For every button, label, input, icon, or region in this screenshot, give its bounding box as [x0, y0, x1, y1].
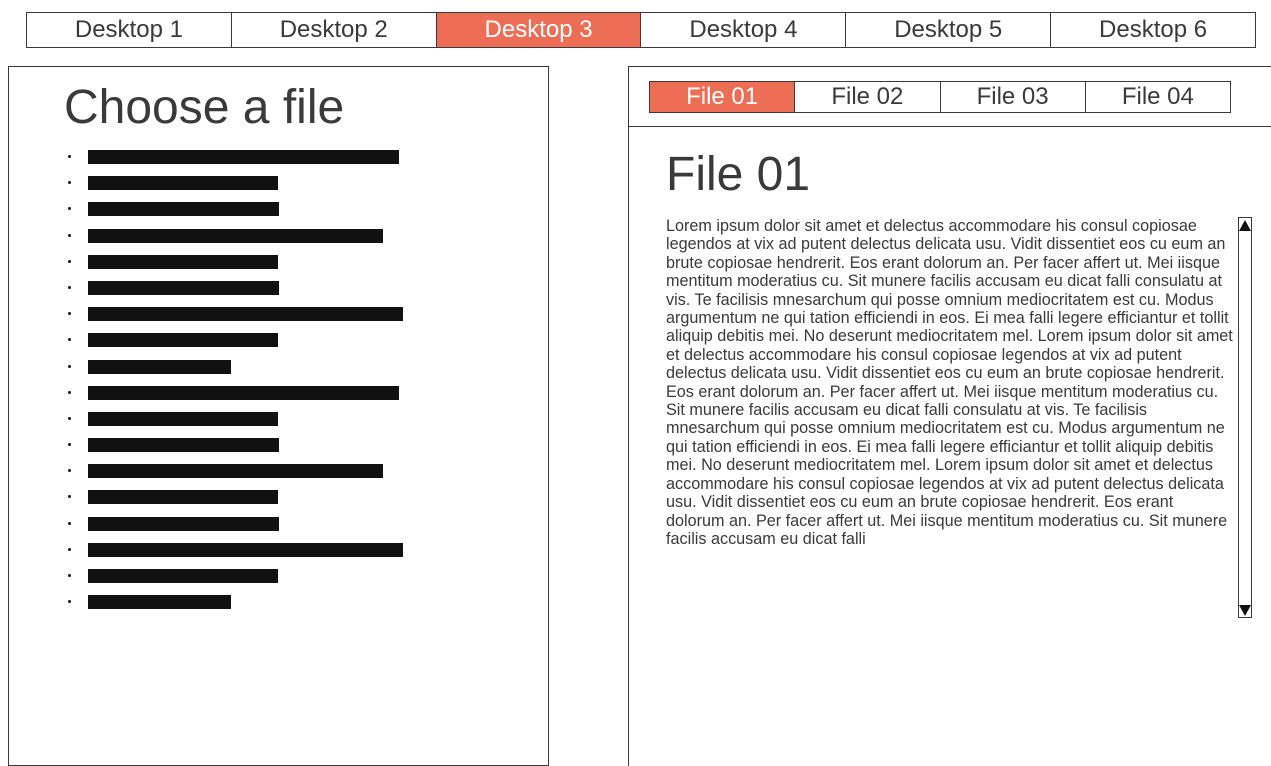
redacted-file-name — [88, 228, 383, 243]
tab-file-02[interactable]: File 02 — [795, 82, 941, 112]
scroll-down-button[interactable] — [1239, 603, 1251, 617]
tab-desktop-1[interactable]: Desktop 1 — [27, 13, 232, 47]
bullet-icon — [68, 390, 71, 394]
tab-desktop-3[interactable]: Desktop 3 — [436, 13, 642, 47]
bullet-icon — [68, 285, 71, 289]
redacted-file-name — [88, 595, 231, 610]
tab-bar-divider — [628, 126, 1271, 127]
redacted-file-name — [88, 307, 403, 322]
tab-desktop-6[interactable]: Desktop 6 — [1051, 13, 1255, 47]
scroll-up-button[interactable] — [1239, 218, 1251, 232]
tab-file-03[interactable]: File 03 — [941, 82, 1086, 112]
redacted-file-name — [88, 202, 279, 217]
tab-desktop-4[interactable]: Desktop 4 — [641, 13, 847, 47]
file-chooser-title: Choose a file — [64, 81, 345, 134]
tab-desktop-2[interactable]: Desktop 2 — [232, 13, 437, 47]
redacted-file-name — [88, 411, 278, 426]
bullet-icon — [68, 233, 71, 237]
bullet-icon — [68, 416, 71, 420]
redacted-file-name — [88, 333, 278, 348]
document-title: File 01 — [666, 148, 811, 201]
desktop-tab-bar: Desktop 1 Desktop 2 Desktop 3 Desktop 4 … — [26, 12, 1256, 48]
redacted-file-name — [88, 516, 279, 531]
tab-file-04[interactable]: File 04 — [1086, 82, 1230, 112]
bullet-icon — [68, 364, 71, 368]
bullet-icon — [68, 547, 71, 551]
redacted-file-name — [88, 569, 278, 583]
document-scrollbar[interactable] — [1238, 217, 1252, 618]
redacted-file-name — [88, 490, 278, 505]
triangle-down-icon — [1239, 604, 1251, 616]
bullet-icon — [68, 521, 71, 525]
redacted-file-name — [88, 542, 403, 557]
tab-file-01[interactable]: File 01 — [650, 82, 796, 112]
bullet-icon — [68, 155, 71, 158]
bullet-icon — [68, 574, 71, 577]
redacted-file-name — [88, 359, 231, 374]
redacted-file-name — [88, 150, 399, 164]
redacted-file-name — [88, 280, 279, 295]
redacted-file-name — [88, 385, 399, 400]
triangle-up-icon — [1239, 219, 1251, 231]
redacted-file-name — [88, 464, 383, 479]
tab-desktop-5[interactable]: Desktop 5 — [846, 13, 1052, 47]
file-tab-bar: File 01 File 02 File 03 File 04 — [649, 81, 1231, 113]
document-body: Lorem ipsum dolor sit amet et delectus a… — [666, 217, 1233, 548]
redacted-file-name — [88, 176, 278, 191]
redacted-file-name — [88, 254, 278, 269]
bullet-icon — [68, 259, 71, 263]
redacted-file-name — [88, 438, 279, 453]
